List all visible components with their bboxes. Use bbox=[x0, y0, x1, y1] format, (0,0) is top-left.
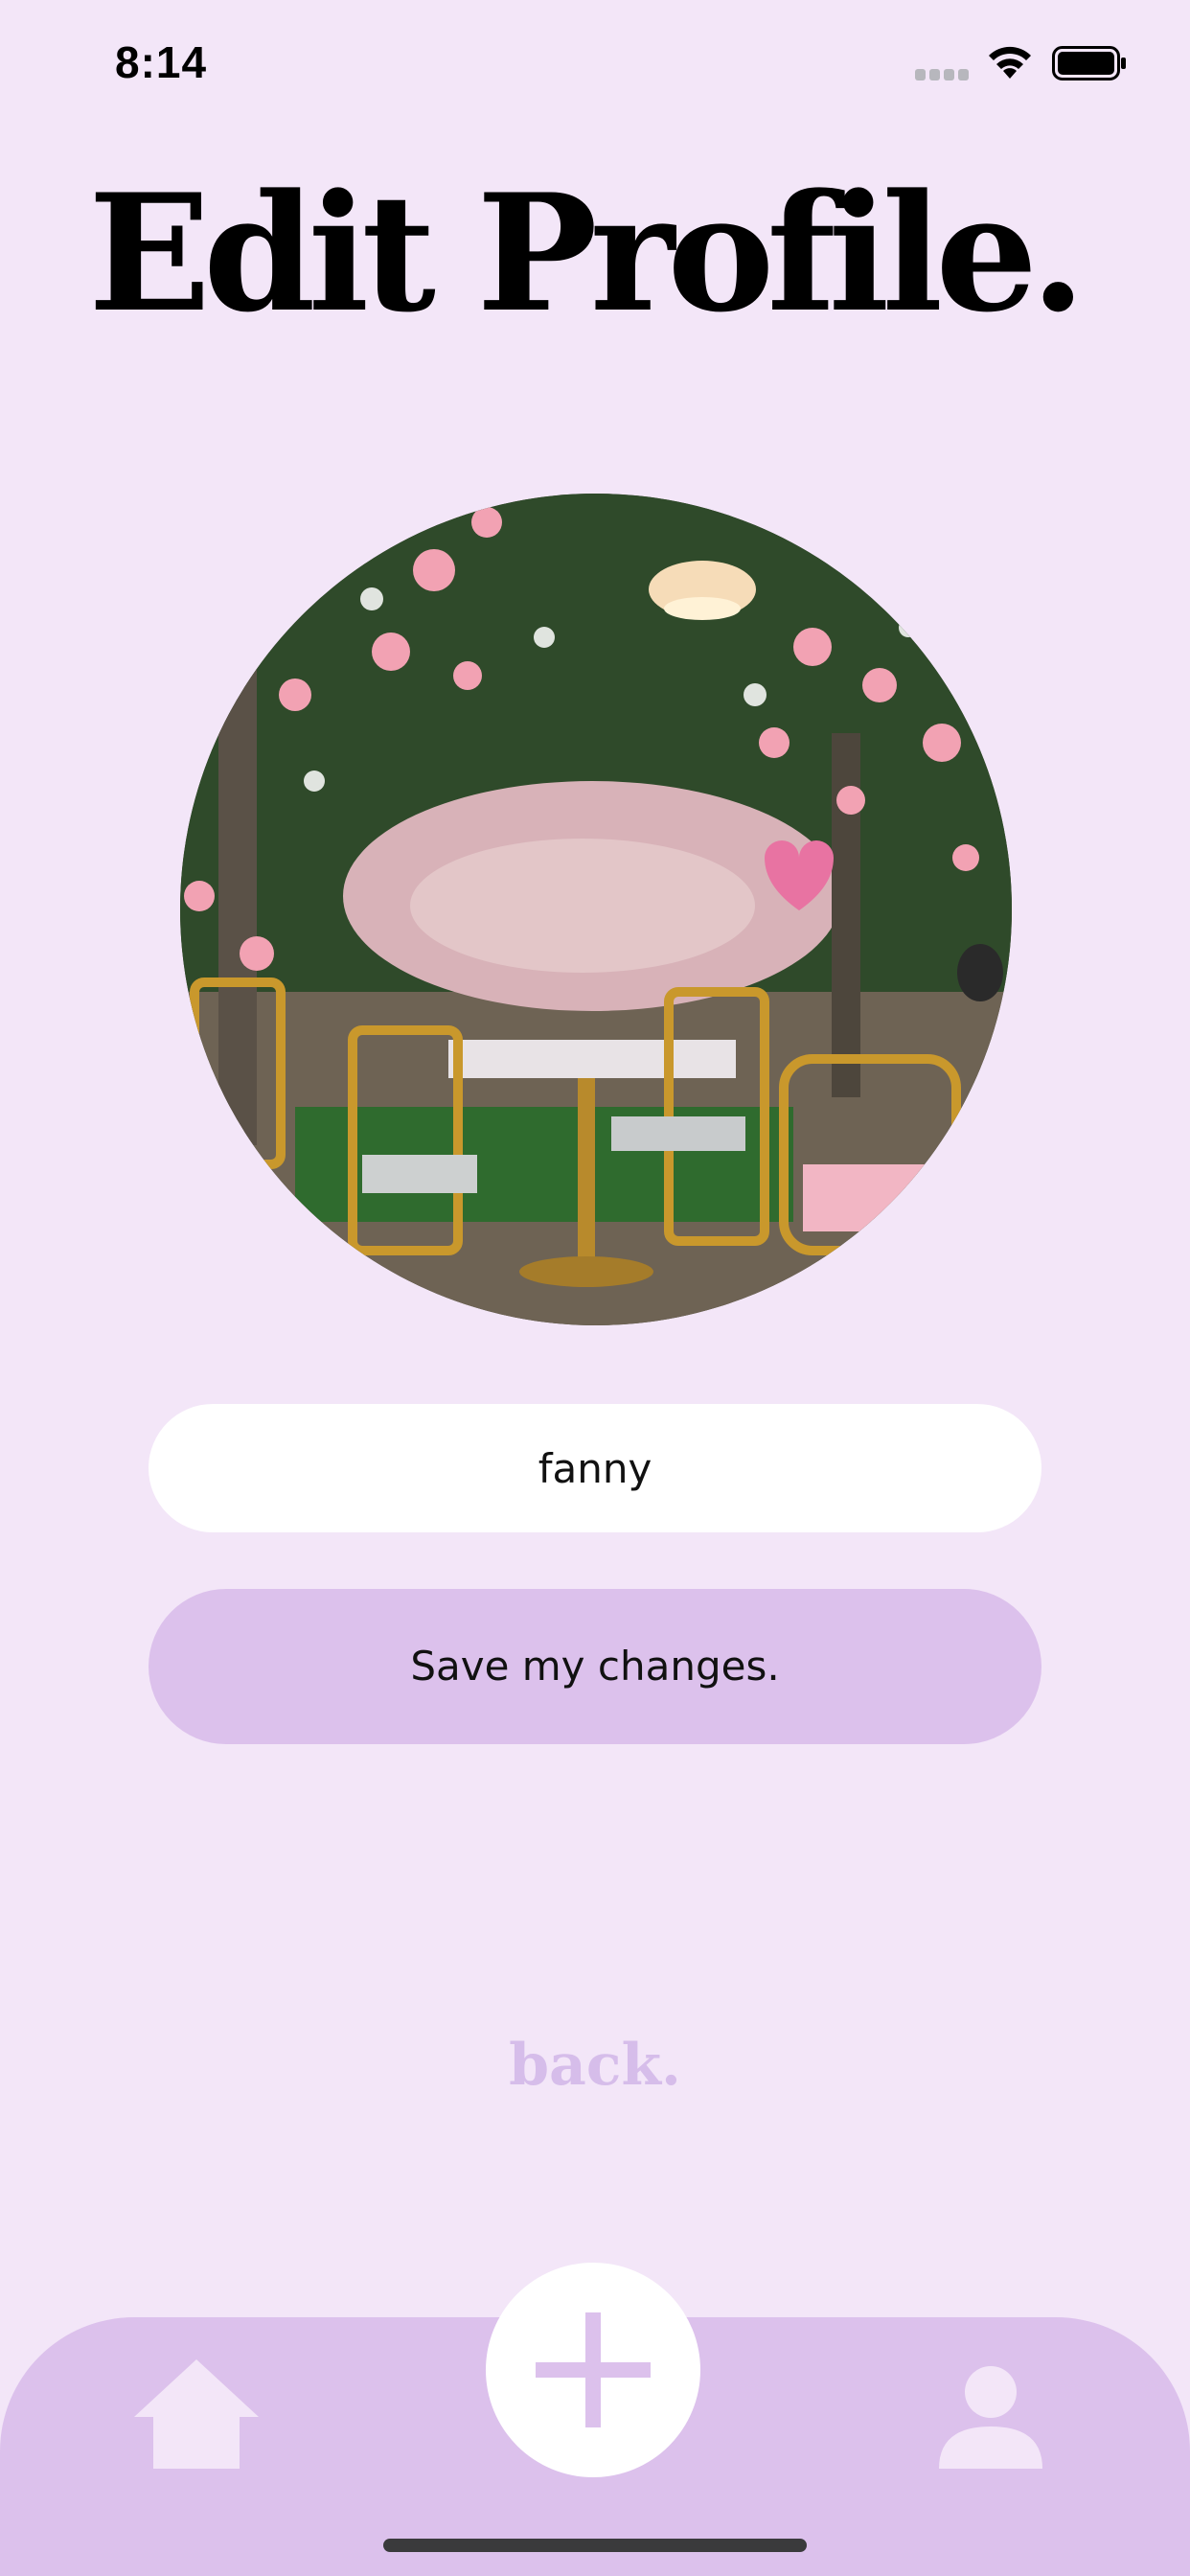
back-link[interactable]: back. bbox=[0, 2032, 1190, 2099]
battery-icon bbox=[1052, 46, 1126, 80]
name-input[interactable] bbox=[149, 1404, 1041, 1532]
profile-photo bbox=[180, 494, 1012, 1325]
status-time: 8:14 bbox=[115, 37, 208, 87]
signal-dots-icon bbox=[915, 69, 971, 82]
home-indicator bbox=[383, 2539, 807, 2552]
page-title: Edit Profile. bbox=[88, 158, 1087, 348]
avatar[interactable] bbox=[180, 494, 1012, 1325]
plus-icon bbox=[536, 2312, 651, 2427]
person-icon[interactable] bbox=[937, 2363, 1044, 2471]
add-button[interactable] bbox=[486, 2263, 700, 2477]
save-button[interactable]: Save my changes. bbox=[149, 1589, 1041, 1744]
home-icon[interactable] bbox=[132, 2356, 261, 2471]
status-bar: 8:14 bbox=[0, 0, 1190, 125]
wifi-icon bbox=[989, 46, 1031, 79]
